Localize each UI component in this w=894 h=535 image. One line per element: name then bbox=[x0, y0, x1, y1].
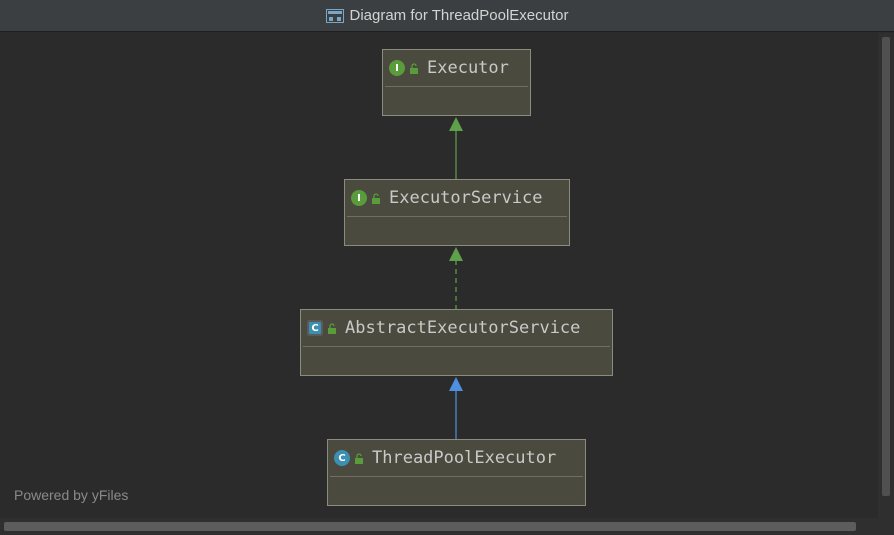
node-abstractexecutorservice[interactable]: C AbstractExecutorService bbox=[300, 309, 613, 376]
public-access-icon bbox=[355, 452, 363, 464]
public-access-icon bbox=[328, 322, 336, 334]
horizontal-scrollbar-thumb[interactable] bbox=[4, 522, 856, 531]
window-title: Diagram for ThreadPoolExecutor bbox=[349, 7, 569, 24]
node-threadpoolexecutor[interactable]: C ThreadPoolExecutor bbox=[327, 439, 586, 506]
node-name: ThreadPoolExecutor bbox=[372, 448, 557, 468]
horizontal-scrollbar[interactable] bbox=[0, 518, 894, 535]
class-icon: C bbox=[334, 450, 350, 466]
node-name: AbstractExecutorService bbox=[345, 318, 581, 338]
node-executorservice[interactable]: I ExecutorService bbox=[344, 179, 570, 246]
node-divider bbox=[330, 476, 583, 477]
vertical-scrollbar-thumb[interactable] bbox=[882, 37, 890, 496]
node-executor[interactable]: I Executor bbox=[382, 49, 531, 116]
node-divider bbox=[303, 346, 610, 347]
public-access-icon bbox=[410, 62, 418, 74]
diagram-icon bbox=[325, 8, 344, 23]
abstract-class-icon: C bbox=[307, 320, 323, 336]
node-divider bbox=[347, 216, 567, 217]
powered-by-watermark: Powered by yFiles bbox=[14, 487, 129, 503]
interface-icon: I bbox=[351, 190, 367, 206]
interface-icon: I bbox=[389, 60, 405, 76]
public-access-icon bbox=[372, 192, 380, 204]
node-divider bbox=[385, 86, 528, 87]
window-titlebar: Diagram for ThreadPoolExecutor bbox=[0, 0, 894, 32]
vertical-scrollbar[interactable] bbox=[878, 33, 894, 518]
node-name: ExecutorService bbox=[389, 188, 543, 208]
node-name: Executor bbox=[427, 58, 509, 78]
